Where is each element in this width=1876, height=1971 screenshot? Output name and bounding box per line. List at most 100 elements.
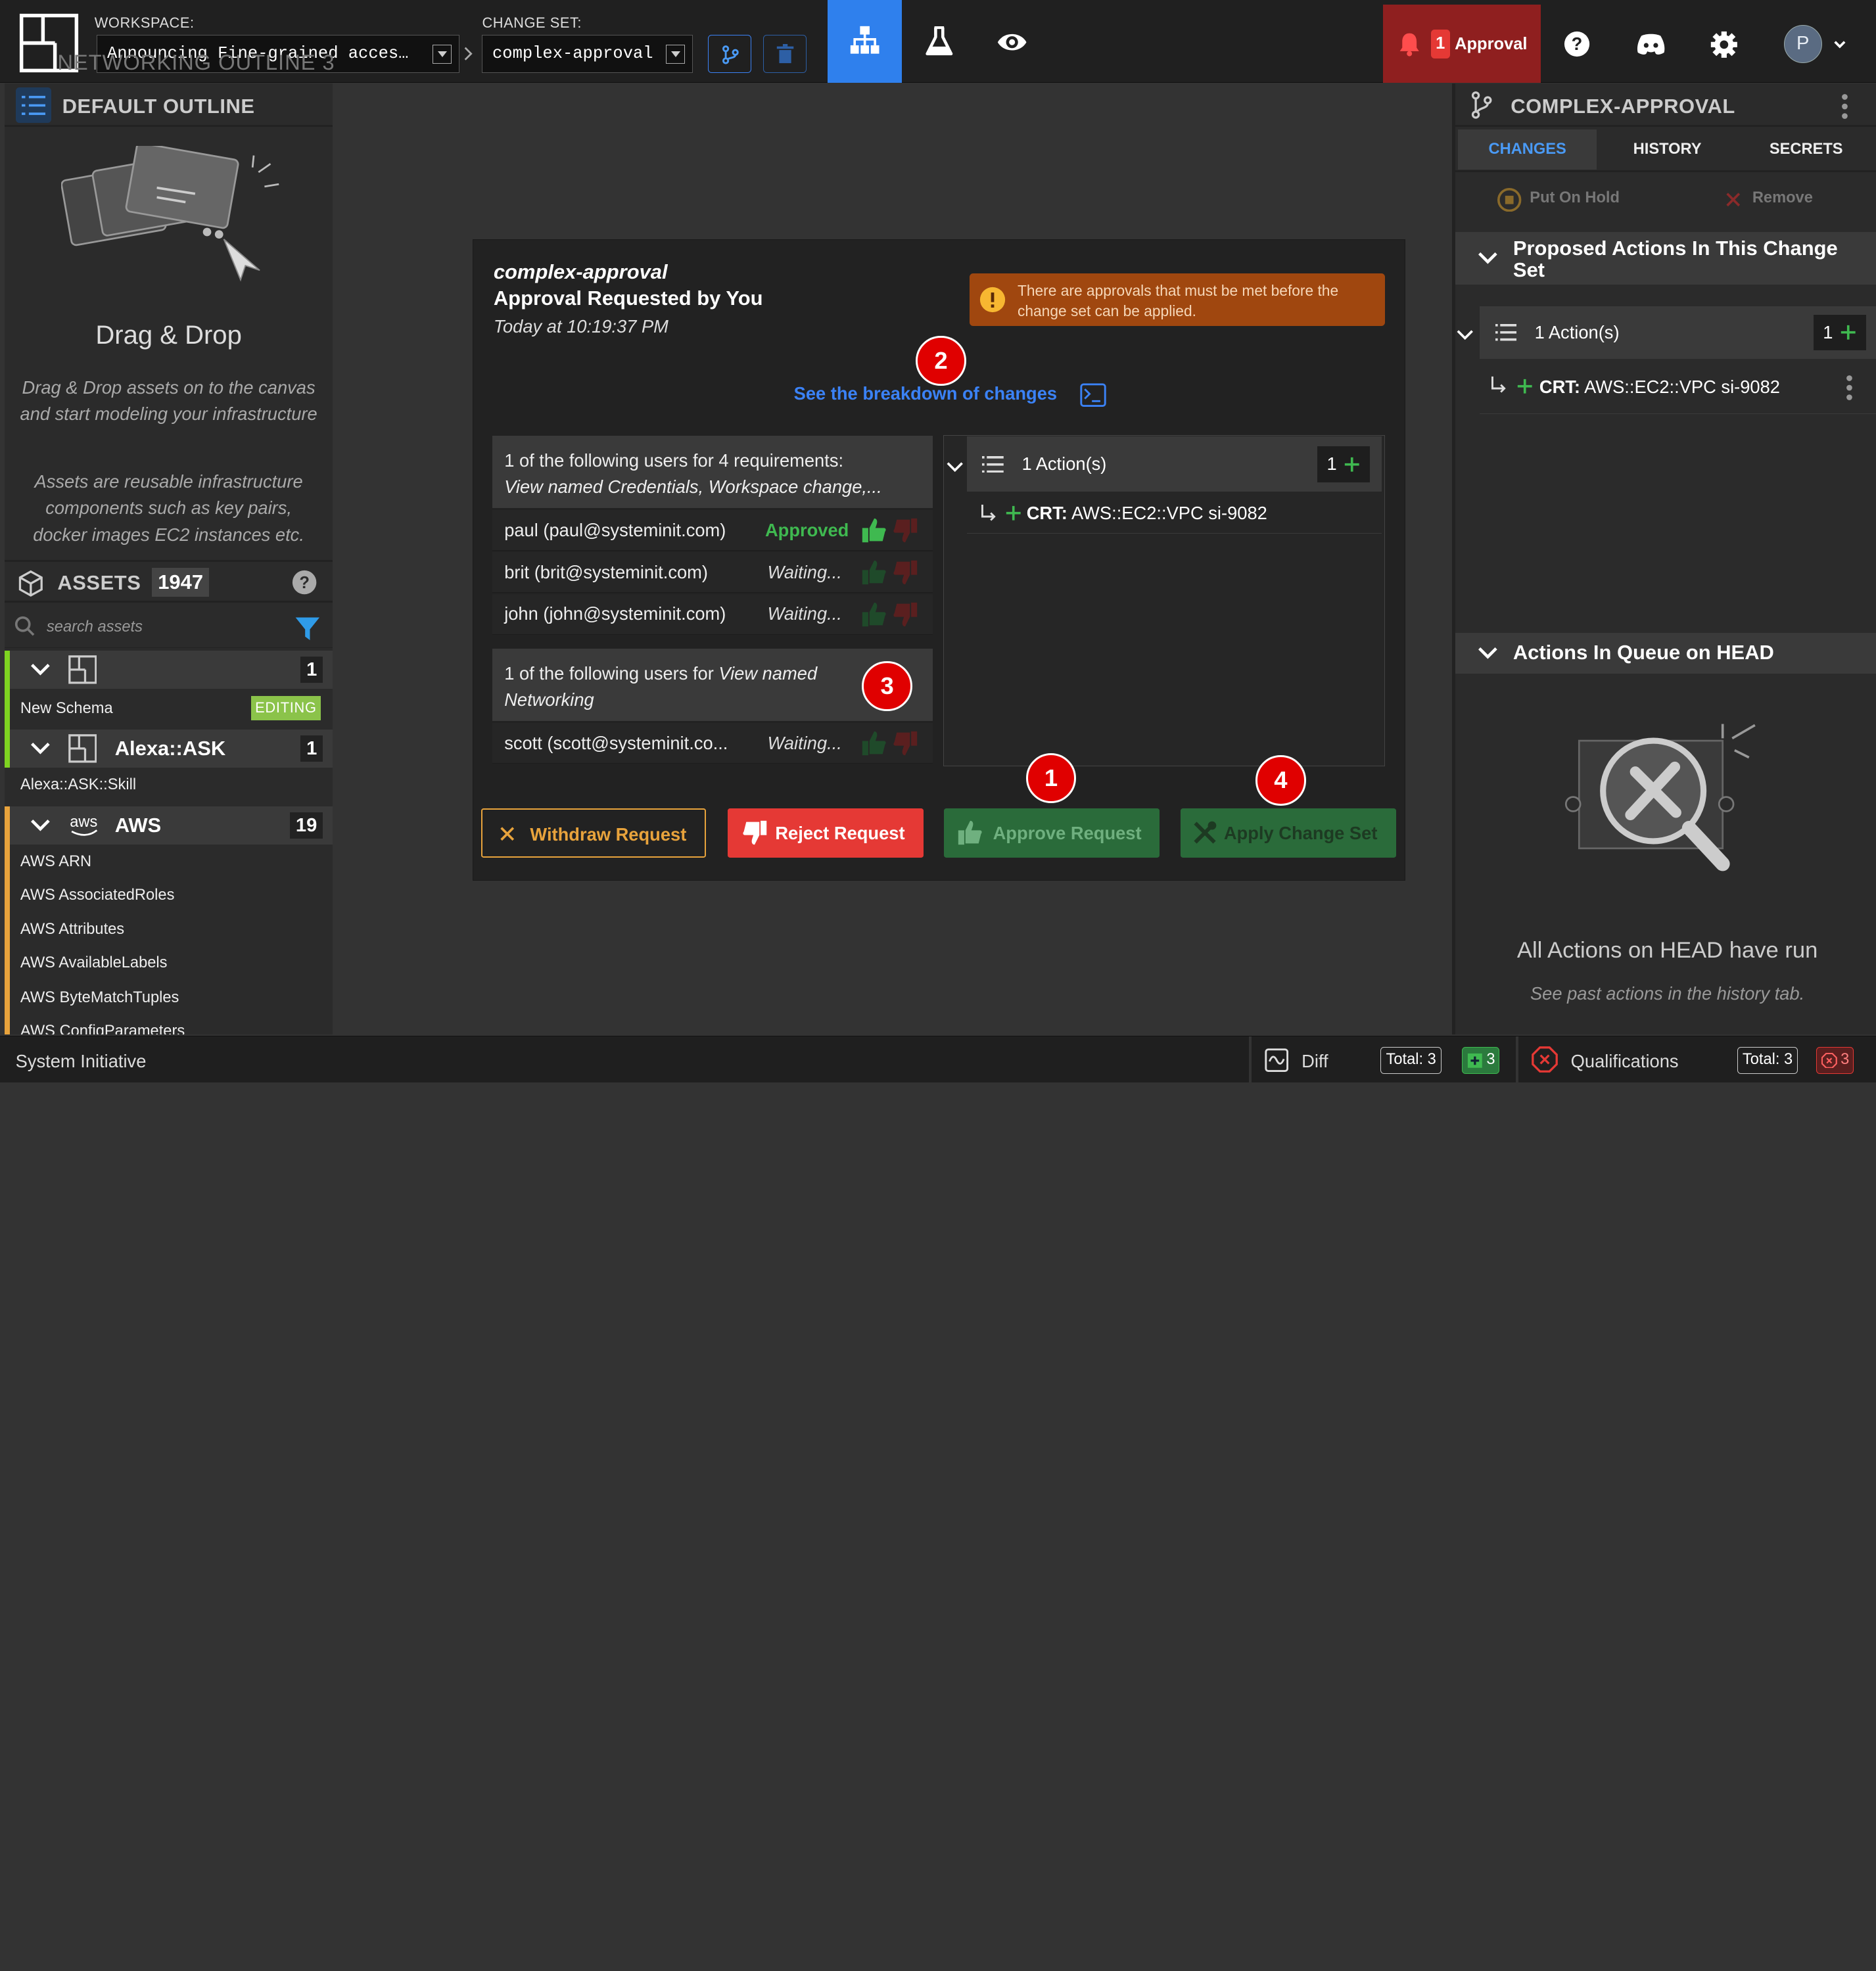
changeset-panel-title: COMPLEX-APPROVAL [1511, 94, 1735, 118]
annotation-badge-3: 3 [862, 661, 912, 712]
asset-item[interactable]: AWS AssociatedRoles [20, 887, 174, 904]
category-count: 1 [300, 657, 323, 684]
chevron-down-icon [31, 743, 51, 754]
actions-count: 1 [1813, 314, 1866, 351]
tab-secrets[interactable]: SECRETS [1737, 129, 1875, 170]
git-branch-icon [1472, 91, 1492, 119]
filter-icon[interactable] [293, 614, 322, 643]
action-row[interactable]: CRT: AWS::EC2::VPC si-9082 [966, 493, 1382, 534]
asset-item[interactable]: AWS ARN [20, 853, 91, 871]
tab-history[interactable]: HISTORY [1598, 129, 1737, 170]
help-icon[interactable]: ? [1564, 31, 1590, 57]
proposed-actions-header[interactable]: Proposed Actions In This Change Set [1455, 232, 1876, 285]
list-icon [1495, 324, 1517, 341]
diff-label[interactable]: Diff [1301, 1051, 1328, 1072]
modal-requested-by: Approval Requested by You [493, 286, 763, 310]
asset-item[interactable]: Alexa::ASK::Skill [20, 776, 136, 794]
actions-label: 1 Action(s) [1021, 453, 1107, 474]
x-octagon-icon [1821, 1052, 1837, 1069]
gear-icon[interactable] [1710, 30, 1739, 59]
approval-modal: complex-approval Approval Requested by Y… [472, 239, 1406, 881]
flask-icon [926, 26, 953, 56]
approve-label: Approve Request [993, 823, 1142, 844]
abandon-changeset-button[interactable] [763, 34, 807, 73]
list-icon [982, 455, 1004, 473]
asset-category-aws[interactable]: aws AWS 19 [5, 806, 333, 845]
reject-request-button[interactable]: Reject Request [727, 808, 924, 858]
approval-count-badge: 1 [1430, 30, 1450, 59]
tab-view[interactable] [975, 0, 1049, 83]
help-icon[interactable]: ? [292, 570, 317, 595]
category-label: Alexa::ASK [114, 737, 226, 760]
actions-label: 1 Action(s) [1534, 321, 1620, 342]
chevron-down-icon[interactable] [1833, 39, 1847, 49]
create-changeset-button[interactable] [708, 34, 751, 73]
asset-item[interactable]: AWS AvailableLabels [20, 954, 168, 972]
asset-category-new[interactable]: 1 [5, 651, 333, 689]
chevron-down-icon [31, 819, 51, 831]
breakdown-link[interactable]: See the breakdown of changes [794, 383, 1057, 404]
discord-icon[interactable] [1635, 32, 1666, 56]
approval-label: Approval [1455, 34, 1528, 53]
asset-item[interactable]: AWS Attributes [20, 921, 124, 939]
approver-row: scott (scott@systeminit.co... Waiting... [492, 723, 933, 764]
remove-button[interactable]: Remove [1752, 189, 1813, 207]
annotation-badge-2: 2 [916, 335, 966, 386]
category-indicator [5, 806, 10, 1035]
withdraw-request-button[interactable]: Withdraw Request [481, 808, 706, 858]
queue-title: Actions In Queue on HEAD [1513, 641, 1774, 664]
pause-icon[interactable] [1497, 187, 1522, 212]
plus-icon [1006, 506, 1021, 521]
proposed-action-row[interactable]: CRT: AWS::EC2::VPC si-9082 [1479, 361, 1876, 414]
asset-category-icon [68, 655, 97, 684]
action-kind: CRT: [1026, 502, 1067, 523]
apply-changeset-button[interactable]: Apply Change Set [1181, 808, 1396, 858]
actions-header[interactable]: 1 Action(s) 1 [966, 436, 1382, 492]
search-placeholder: search assets [46, 618, 143, 636]
chevron-right-icon [465, 47, 473, 60]
asset-search-input[interactable]: search assets [5, 605, 333, 649]
put-on-hold-button[interactable]: Put On Hold [1530, 189, 1620, 207]
tab-model[interactable] [828, 0, 903, 83]
changeset-select[interactable]: complex-approval [482, 34, 693, 73]
queue-header[interactable]: Actions In Queue on HEAD [1455, 632, 1876, 674]
terminal-icon[interactable] [1079, 383, 1106, 407]
action-target: AWS::EC2::VPC si-9082 [1584, 377, 1780, 398]
kebab-menu-icon[interactable] [1841, 93, 1848, 120]
queue-empty-subtitle: See past actions in the history tab. [1530, 983, 1805, 1004]
approver-row: brit (brit@systeminit.com) Waiting... [492, 552, 933, 593]
asset-item[interactable]: New Schema [20, 700, 113, 718]
tab-customize[interactable] [902, 0, 976, 83]
plus-icon [1518, 379, 1532, 394]
approve-request-button[interactable]: Approve Request [943, 808, 1160, 858]
workspace-label: WORKSPACE: [94, 14, 195, 31]
thumbs-down-icon [893, 560, 918, 585]
asset-item[interactable]: AWS ConfigParameters [20, 1023, 185, 1034]
changeset-label: CHANGE SET: [482, 14, 582, 31]
actions-count-value: 1 [1326, 453, 1337, 475]
app-name: System Initiative [15, 1050, 147, 1071]
tab-changes[interactable]: CHANGES [1458, 129, 1597, 170]
kebab-menu-icon[interactable] [1846, 375, 1853, 401]
chevron-down-icon [665, 45, 685, 64]
diff-icon[interactable] [1265, 1048, 1288, 1073]
chevron-down-icon[interactable] [947, 461, 963, 473]
approval-notification-button[interactable]: 1 Approval [1382, 5, 1541, 83]
approver-name: john (john@systeminit.com) [504, 603, 726, 624]
avatar[interactable]: P [1783, 25, 1822, 64]
outline-header: DEFAULT OUTLINE [5, 83, 333, 127]
asset-item[interactable]: AWS ByteMatchTuples [20, 989, 179, 1007]
changeset-panel-header: COMPLEX-APPROVAL [1455, 83, 1876, 127]
actions-count: 1 [1317, 446, 1371, 482]
x-octagon-icon[interactable] [1531, 1046, 1558, 1073]
arrow-return-icon [1491, 377, 1507, 393]
chevron-down-icon[interactable] [1457, 329, 1474, 340]
outline-title: DEFAULT OUTLINE [62, 94, 255, 118]
qualifications-label[interactable]: Qualifications [1571, 1051, 1679, 1072]
status-bar: System Initiative Diff Total: 3 3 Qualif… [0, 1036, 1876, 1084]
status-divider [1515, 1036, 1518, 1084]
close-icon[interactable] [1725, 191, 1741, 208]
asset-category-alexa[interactable]: Alexa::ASK 1 [5, 730, 333, 768]
proposed-actions-group[interactable]: 1 Action(s) 1 [1479, 306, 1876, 359]
action-text: CRT: AWS::EC2::VPC si-9082 [1539, 377, 1780, 398]
